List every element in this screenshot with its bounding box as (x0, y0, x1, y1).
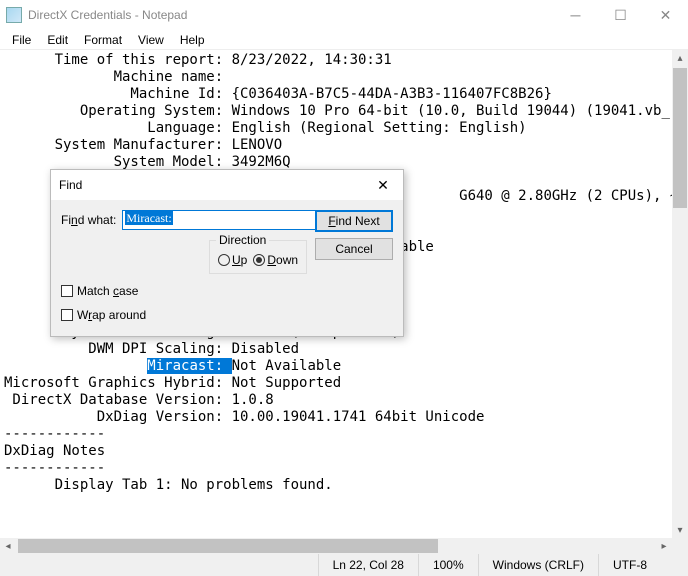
status-position: Ln 22, Col 28 (318, 554, 418, 576)
status-zoom: 100% (418, 554, 478, 576)
horizontal-scrollbar[interactable]: ◂ ▸ (0, 538, 672, 554)
scroll-right-icon[interactable]: ▸ (656, 538, 672, 554)
menu-file[interactable]: File (4, 31, 39, 49)
find-what-label: Find what: (61, 213, 116, 227)
status-line-ending: Windows (CRLF) (478, 554, 598, 576)
find-title-bar[interactable]: Find ✕ (51, 170, 403, 200)
find-next-button[interactable]: Find Next (315, 210, 393, 232)
scroll-up-icon[interactable]: ▴ (672, 50, 688, 66)
maximize-button[interactable]: ☐ (598, 0, 643, 30)
menu-edit[interactable]: Edit (39, 31, 76, 49)
direction-label: Direction (216, 233, 269, 247)
vertical-scrollbar[interactable]: ▴ ▾ (672, 50, 688, 538)
vertical-scroll-thumb[interactable] (673, 68, 687, 208)
window-controls: ─ ☐ ✕ (553, 0, 688, 30)
menu-bar: File Edit Format View Help (0, 30, 688, 49)
status-bar: Ln 22, Col 28 100% Windows (CRLF) UTF-8 (0, 554, 688, 576)
title-bar: DirectX Credentials - Notepad ─ ☐ ✕ (0, 0, 688, 30)
scroll-corner (672, 538, 688, 554)
menu-view[interactable]: View (130, 31, 172, 49)
direction-up-radio[interactable]: Up (218, 253, 247, 267)
cancel-button[interactable]: Cancel (315, 238, 393, 260)
direction-group: Direction Up Down (209, 240, 307, 274)
menu-format[interactable]: Format (76, 31, 130, 49)
horizontal-scroll-thumb[interactable] (18, 539, 438, 553)
window-title: DirectX Credentials - Notepad (28, 8, 553, 22)
wrap-around-checkbox[interactable]: Wrap around (61, 308, 146, 322)
menu-help[interactable]: Help (172, 31, 213, 49)
close-button[interactable]: ✕ (643, 0, 688, 30)
scroll-left-icon[interactable]: ◂ (0, 538, 16, 554)
find-dialog: Find ✕ Find what: Miracast: Find Next Ca… (50, 169, 404, 337)
direction-down-radio[interactable]: Down (253, 253, 298, 267)
find-title: Find (59, 178, 82, 192)
find-close-button[interactable]: ✕ (363, 170, 403, 200)
scroll-down-icon[interactable]: ▾ (672, 522, 688, 538)
match-case-checkbox[interactable]: Match case (61, 284, 146, 298)
status-encoding: UTF-8 (598, 554, 688, 576)
notepad-icon (6, 7, 22, 23)
minimize-button[interactable]: ─ (553, 0, 598, 30)
